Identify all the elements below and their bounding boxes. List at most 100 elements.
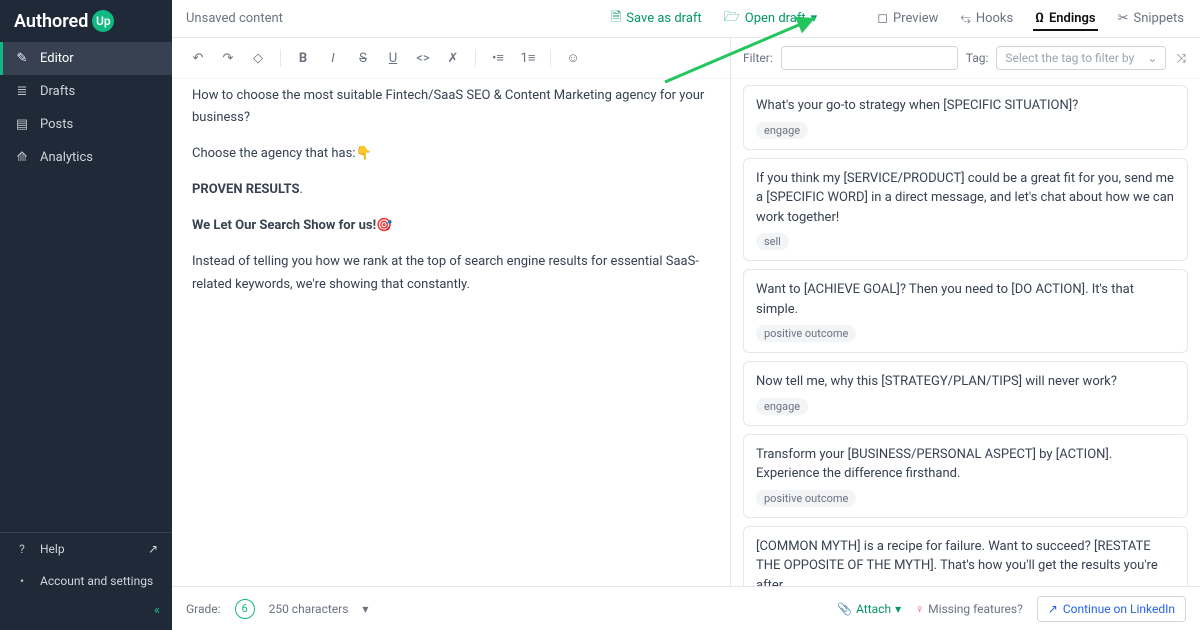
sidebar-item-help[interactable]: ?Help↗ — [0, 533, 172, 565]
tag-select[interactable]: Select the tag to filter by ⌄ — [996, 46, 1166, 70]
button-label: Attach — [856, 602, 891, 616]
clear-format-button[interactable]: ✗ — [441, 46, 465, 70]
grade-label: Grade: — [186, 602, 221, 616]
external-icon: ↗ — [1048, 602, 1058, 616]
snippets-icon: ✂ — [1118, 11, 1129, 26]
code-button[interactable]: <> — [411, 46, 435, 70]
italic-button[interactable]: I — [321, 46, 345, 70]
topbar: Unsaved content 🗎 Save as draft 🗁 Open dra… — [172, 0, 1200, 38]
footer: Grade: 6 250 characters ▾ 📎 Attach ▾ ♀ Miss… — [172, 586, 1200, 630]
chevron-down-icon: ▾ — [895, 602, 901, 616]
tab-label: Snippets — [1133, 11, 1184, 26]
eraser-button[interactable]: ◇ — [246, 46, 270, 70]
sidebar: AuthoredUp ✎Editor ≣Drafts ▤Posts ⟰Analy… — [0, 0, 172, 630]
ending-tag: sell — [756, 233, 789, 250]
preview-icon: ◻ — [877, 11, 888, 26]
attach-button[interactable]: 📎 Attach ▾ — [837, 602, 901, 616]
filters: Filter: Tag: Select the tag to filter by… — [731, 38, 1200, 79]
sidebar-item-analytics[interactable]: ⟰Analytics — [0, 141, 172, 174]
sidebar-item-label: Analytics — [40, 150, 93, 165]
save-as-draft-button[interactable]: 🗎 Save as draft — [609, 4, 704, 34]
continue-linkedin-button[interactable]: ↗ Continue on LinkedIn — [1037, 596, 1186, 622]
number-list-button[interactable]: 1≡ — [516, 46, 540, 70]
sidebar-item-account[interactable]: • Account and settings — [0, 565, 172, 597]
ending-card[interactable]: Transform your [BUSINESS/PERSONAL ASPECT… — [743, 434, 1188, 518]
filter-label: Filter: — [743, 51, 773, 65]
button-label: Save as draft — [626, 11, 701, 26]
bullet-list-button[interactable]: •≡ — [486, 46, 510, 70]
content-area: ↶ ↷ ◇ B I S U <> ✗ •≡ 1≡ ☺ Ho — [172, 38, 1200, 586]
tag-placeholder: Select the tag to filter by — [1005, 51, 1134, 65]
sidebar-item-posts[interactable]: ▤Posts — [0, 108, 172, 141]
underline-button[interactable]: U — [381, 46, 405, 70]
editor-line: Choose the agency that has:👇 — [192, 143, 710, 165]
paperclip-icon: 📎 — [837, 602, 852, 616]
missing-features-button[interactable]: ♀ Missing features? — [915, 602, 1023, 616]
bulb-icon: ♀ — [915, 602, 924, 616]
hooks-icon: ⥃ — [960, 11, 970, 26]
separator — [550, 49, 551, 67]
ending-card[interactable]: What's your go-to strategy when [SPECIFI… — [743, 85, 1188, 150]
sidebar-item-label: Help — [40, 542, 65, 556]
save-icon: 🗎 — [611, 8, 621, 30]
editor-line: Instead of telling you how we rank at th… — [192, 251, 710, 295]
undo-button[interactable]: ↶ — [186, 46, 210, 70]
button-label: Open draft — [745, 11, 806, 26]
ending-card[interactable]: Want to [ACHIEVE GOAL]? Then you need to… — [743, 269, 1188, 353]
sidebar-item-label: Drafts — [40, 84, 75, 99]
brand-name: Authored — [14, 11, 88, 32]
button-label: Missing features? — [928, 602, 1023, 616]
strike-button[interactable]: S — [351, 46, 375, 70]
ending-tag: positive outcome — [756, 325, 856, 342]
editor-line: We Let Our Search Show for us!🎯 — [192, 215, 710, 237]
tab-label: Hooks — [976, 11, 1013, 26]
emoji-button[interactable]: ☺ — [561, 46, 585, 70]
open-draft-button[interactable]: 🗁 Open draft ▾ — [722, 4, 820, 34]
tab-label: Preview — [893, 11, 938, 26]
tab-hooks[interactable]: ⥃ Hooks — [958, 7, 1015, 30]
sidebar-item-editor[interactable]: ✎Editor — [0, 42, 172, 75]
collapse-sidebar[interactable]: « — [0, 597, 172, 624]
logo: AuthoredUp — [0, 0, 172, 42]
ending-text: Transform your [BUSINESS/PERSONAL ASPECT… — [756, 445, 1175, 484]
chevron-down-icon[interactable]: ▾ — [362, 602, 368, 616]
tab-preview[interactable]: ◻ Preview — [875, 7, 940, 30]
main: Unsaved content 🗎 Save as draft 🗁 Open dra… — [172, 0, 1200, 630]
brand-suffix: Up — [92, 10, 114, 32]
ending-text: Want to [ACHIEVE GOAL]? Then you need to… — [756, 280, 1175, 319]
ending-card[interactable]: If you think my [SERVICE/PRODUCT] could … — [743, 158, 1188, 262]
ending-card[interactable]: [COMMON MYTH] is a recipe for failure. W… — [743, 526, 1188, 587]
editor-line: How to choose the most suitable Fintech/… — [192, 85, 710, 129]
posts-icon: ▤ — [14, 117, 30, 132]
editor[interactable]: How to choose the most suitable Fintech/… — [172, 79, 730, 586]
document-title: Unsaved content — [186, 11, 591, 26]
grade-value: 6 — [235, 599, 255, 619]
bold-button[interactable]: B — [291, 46, 315, 70]
tab-label: Endings — [1049, 11, 1096, 26]
tag-label: Tag: — [966, 51, 989, 65]
chevron-down-icon: ▾ — [811, 11, 818, 26]
redo-button[interactable]: ↷ — [216, 46, 240, 70]
separator — [475, 49, 476, 67]
pencil-icon: ✎ — [14, 51, 30, 66]
sidebar-item-drafts[interactable]: ≣Drafts — [0, 75, 172, 108]
ending-card[interactable]: Now tell me, why this [STRATEGY/PLAN/TIP… — [743, 361, 1188, 426]
sidebar-item-label: Account and settings — [40, 574, 153, 588]
ending-text: If you think my [SERVICE/PRODUCT] could … — [756, 169, 1175, 228]
sidebar-bottom: ?Help↗ •Account and settings « — [0, 532, 172, 630]
endings-panel: Filter: Tag: Select the tag to filter by… — [730, 38, 1200, 586]
ending-text: Now tell me, why this [STRATEGY/PLAN/TIP… — [756, 372, 1175, 392]
ending-text: What's your go-to strategy when [SPECIFI… — [756, 96, 1175, 116]
filter-input[interactable] — [781, 46, 958, 70]
tab-snippets[interactable]: ✂ Snippets — [1116, 7, 1186, 30]
button-label: Continue on LinkedIn — [1063, 602, 1175, 616]
ending-text: [COMMON MYTH] is a recipe for failure. W… — [756, 537, 1175, 587]
chevron-down-icon: ⌄ — [1147, 51, 1157, 65]
help-icon: ? — [14, 542, 30, 556]
folder-icon: 🗁 — [724, 8, 740, 30]
separator — [280, 49, 281, 67]
tab-endings[interactable]: ΩEndings — [1033, 7, 1097, 31]
account-icon: • — [14, 574, 30, 588]
shuffle-button[interactable]: ⤨ — [1174, 49, 1188, 68]
char-count: 250 characters — [269, 602, 349, 616]
